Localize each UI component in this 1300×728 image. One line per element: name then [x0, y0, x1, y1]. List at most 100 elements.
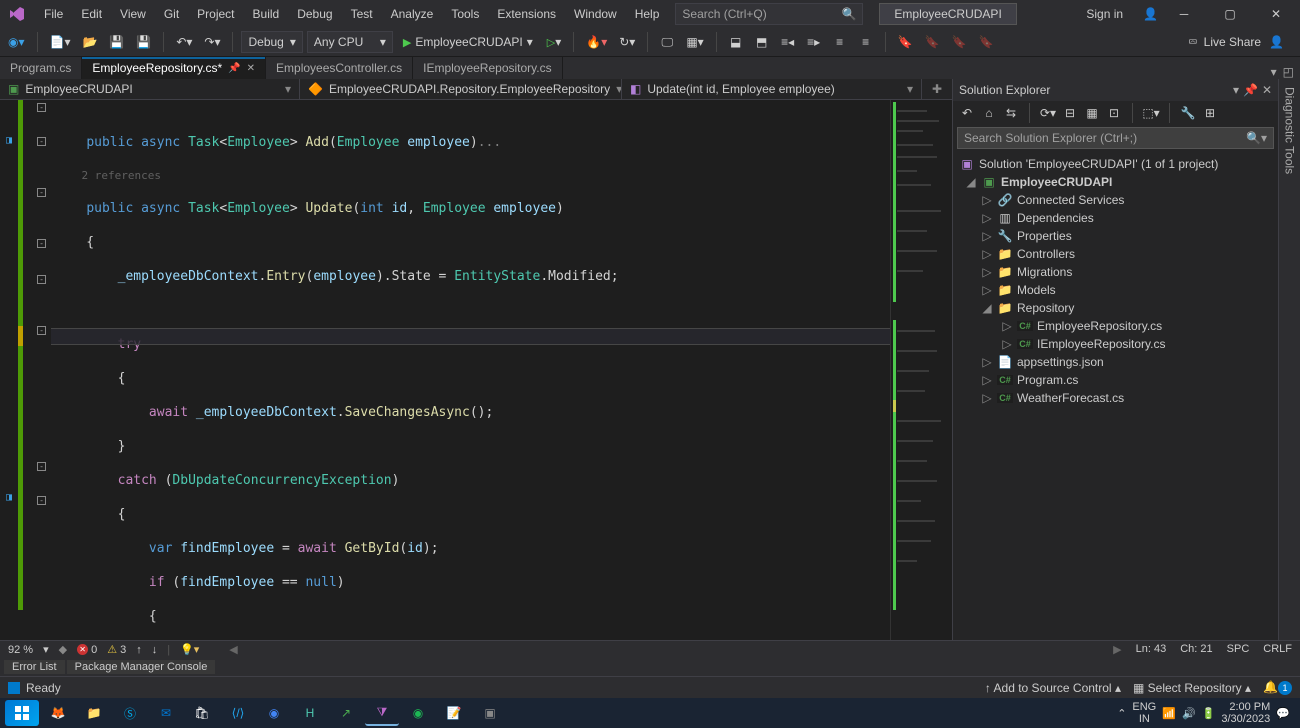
refresh-button[interactable]: ↻▾ — [615, 31, 639, 53]
comment-button[interactable]: ≡ — [829, 31, 851, 53]
outline-collapse-icon[interactable]: - — [37, 239, 46, 248]
redo-button[interactable]: ↷▾ — [200, 31, 224, 53]
nav-add-button[interactable]: ✚ — [922, 79, 952, 99]
tray-chevron-icon[interactable]: ⌃ — [1117, 707, 1126, 720]
close-tab-icon[interactable]: ✕ — [247, 63, 255, 74]
se-search-input[interactable]: Search Solution Explorer (Ctrl+;) 🔍▾ — [957, 127, 1274, 149]
browser-link-button[interactable]: 🖵 — [656, 31, 678, 53]
config-dropdown[interactable]: Debug▾ — [241, 31, 302, 53]
signin-link[interactable]: Sign in — [1082, 7, 1127, 21]
tabs-window-icon[interactable]: ◰ — [1283, 65, 1294, 79]
open-file-button[interactable]: 📂 — [78, 31, 101, 53]
back-button[interactable]: ◉▾ — [4, 31, 29, 53]
tree-controllers[interactable]: ▷📁Controllers — [953, 245, 1278, 263]
app-icon-arrow[interactable]: ↗ — [329, 700, 363, 726]
feedback-button[interactable]: 👤 — [1265, 31, 1288, 53]
tree-weatherforecast[interactable]: ▷C#WeatherForecast.cs — [953, 389, 1278, 407]
notifications-tray-icon[interactable]: 💬 — [1276, 707, 1290, 720]
eol-indicator[interactable]: CRLF — [1263, 643, 1292, 656]
tab-pmconsole[interactable]: Package Manager Console — [67, 660, 216, 674]
tab-employeerepo[interactable]: EmployeeRepository.cs* 📌 ✕ — [82, 57, 266, 79]
prev-bookmark-button[interactable]: 🔖 — [921, 31, 944, 53]
menu-extensions[interactable]: Extensions — [489, 3, 564, 25]
tool-dropdown-icon[interactable]: ▾ — [1233, 83, 1239, 97]
outline-collapse-icon[interactable]: - — [37, 188, 46, 197]
se-home-icon[interactable]: ⌂ — [981, 105, 997, 121]
skype-icon[interactable]: Ⓢ — [113, 700, 147, 726]
minimize-button[interactable]: ─ — [1164, 0, 1204, 28]
tab-employeescontroller[interactable]: EmployeesController.cs — [266, 57, 413, 79]
menu-test[interactable]: Test — [343, 3, 381, 25]
liveshare-button[interactable]: ⮹ Live Share — [1188, 35, 1261, 50]
save-all-button[interactable]: 💾 — [132, 31, 155, 53]
nav-project-dropdown[interactable]: ▣ EmployeeCRUDAPI▾ — [0, 79, 300, 99]
lightbulb-icon[interactable]: 💡▾ — [180, 643, 199, 656]
se-back-icon[interactable]: ↶ — [959, 105, 975, 121]
start-button[interactable] — [5, 700, 39, 726]
breakpoint-gutter[interactable]: ◨ ◨ — [0, 100, 18, 640]
store-icon[interactable]: 🛍 — [185, 700, 219, 726]
tb-icon-1[interactable]: ▦▾ — [682, 31, 707, 53]
tree-appsettings[interactable]: ▷📄appsettings.json — [953, 353, 1278, 371]
hot-reload-button[interactable]: 🔥▾ — [582, 31, 611, 53]
tree-employeerepo-file[interactable]: ▷C#EmployeeRepository.cs — [953, 317, 1278, 335]
se-preview-icon[interactable]: ⊞ — [1202, 105, 1218, 121]
tool-close-icon[interactable]: ✕ — [1262, 83, 1272, 97]
notifications-button[interactable]: 🔔1 — [1263, 680, 1292, 695]
menu-tools[interactable]: Tools — [443, 3, 487, 25]
prev-issue-button[interactable]: ↑ — [136, 644, 142, 656]
notepad-icon[interactable]: 📝 — [437, 700, 471, 726]
outline-collapse-icon[interactable]: - — [37, 496, 46, 505]
indent-more-button[interactable]: ≡▸ — [803, 31, 825, 53]
project-node[interactable]: ◢ ▣ EmployeeCRUDAPI — [953, 173, 1278, 191]
battery-icon[interactable]: 🔋 — [1202, 707, 1216, 720]
se-view-icon[interactable]: ⬚▾ — [1143, 105, 1159, 121]
hscroll-right[interactable]: ▶ — [1113, 643, 1121, 656]
menu-edit[interactable]: Edit — [73, 3, 110, 25]
tool-pin-icon[interactable]: 📌 — [1243, 83, 1258, 97]
vscode-icon[interactable]: ⟨/⟩ — [221, 700, 255, 726]
chrome-icon[interactable]: ◉ — [257, 700, 291, 726]
ref-indicator-icon[interactable]: ◨ — [6, 132, 12, 149]
menu-git[interactable]: Git — [156, 3, 187, 25]
tree-program[interactable]: ▷C#Program.cs — [953, 371, 1278, 389]
outline-collapse-icon[interactable]: - — [37, 275, 46, 284]
code-editor[interactable]: public async Task<Employee> Add(Employee… — [51, 100, 890, 640]
outline-collapse-icon[interactable]: - — [37, 326, 46, 335]
tree-dependencies[interactable]: ▷▥Dependencies — [953, 209, 1278, 227]
errors-count[interactable]: ✕0 — [77, 644, 97, 656]
outline-collapse-icon[interactable]: - — [37, 103, 46, 112]
close-button[interactable]: ✕ — [1256, 0, 1296, 28]
ref-indicator-icon[interactable]: ◨ — [6, 489, 12, 506]
menu-build[interactable]: Build — [245, 3, 288, 25]
solution-node[interactable]: ▣ Solution 'EmployeeCRUDAPI' (1 of 1 pro… — [953, 155, 1278, 173]
tree-connected-services[interactable]: ▷🔗Connected Services — [953, 191, 1278, 209]
menu-window[interactable]: Window — [566, 3, 625, 25]
clear-bookmarks-button[interactable]: 🔖 — [975, 31, 998, 53]
menu-view[interactable]: View — [112, 3, 154, 25]
tree-properties[interactable]: ▷🔧Properties — [953, 227, 1278, 245]
tree-repository[interactable]: ◢📁Repository — [953, 299, 1278, 317]
firefox-icon[interactable]: 🦊 — [41, 700, 75, 726]
se-showall-icon[interactable]: ▦ — [1084, 105, 1100, 121]
save-button[interactable]: 💾 — [105, 31, 128, 53]
next-issue-button[interactable]: ↓ — [152, 644, 158, 656]
visualstudio-icon[interactable]: ⧩ — [365, 700, 399, 726]
se-sync-icon[interactable]: ⇆ — [1003, 105, 1019, 121]
line-col[interactable]: Ln: 43 — [1136, 643, 1167, 656]
tree-iemployeerepo-file[interactable]: ▷C#IEmployeeRepository.cs — [953, 335, 1278, 353]
menu-debug[interactable]: Debug — [289, 3, 340, 25]
run-no-debug-button[interactable]: ▷▾ — [543, 31, 566, 53]
volume-icon[interactable]: 🔊 — [1182, 707, 1196, 720]
outline-collapse-icon[interactable]: - — [37, 137, 46, 146]
warnings-count[interactable]: ⚠3 — [107, 643, 126, 656]
search-input[interactable]: Search (Ctrl+Q) 🔍 — [675, 3, 863, 25]
bookmark-button[interactable]: 🔖 — [894, 31, 917, 53]
undo-button[interactable]: ↶▾ — [172, 31, 196, 53]
se-wrench-icon[interactable]: 🔧 — [1180, 105, 1196, 121]
spaces-indicator[interactable]: SPC — [1227, 643, 1250, 656]
language-indicator[interactable]: ENGIN — [1132, 701, 1156, 725]
se-collapse-icon[interactable]: ⊟ — [1062, 105, 1078, 121]
col-indicator[interactable]: Ch: 21 — [1180, 643, 1212, 656]
zoom-level[interactable]: 92 % — [8, 644, 33, 656]
